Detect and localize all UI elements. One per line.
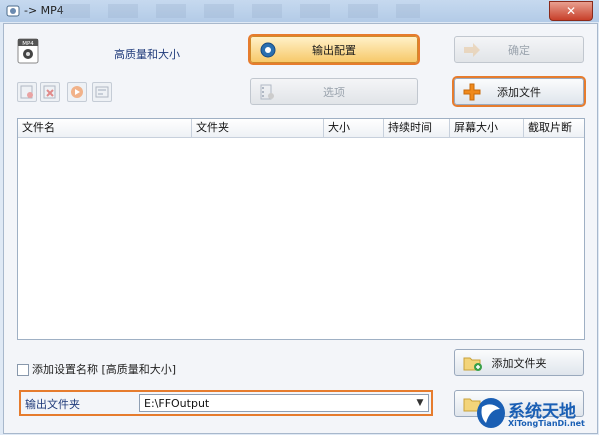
remove-icon[interactable] (17, 82, 37, 102)
options-button[interactable]: 选项 (250, 78, 418, 105)
table-header: 文件名 文件夹 大小 持续时间 屏幕大小 截取片断 (18, 119, 584, 138)
ok-label: 确定 (508, 43, 530, 57)
ok-button[interactable]: 确定 (454, 36, 584, 63)
watermark-url: XiTongTianDi.net (508, 419, 585, 428)
preset-label: 高质量和大小 (114, 48, 180, 61)
add-preset-name-checkbox-row[interactable]: 添加设置名称 [高质量和大小] (17, 361, 176, 377)
column-filename[interactable]: 文件名 (18, 119, 192, 137)
output-folder-dropdown[interactable]: E:\FFOutput ▼ (139, 394, 429, 412)
output-folder-row: 输出文件夹 E:\FFOutput ▼ (19, 390, 433, 416)
app-icon (6, 5, 20, 17)
preset-badge-text: MP4 (22, 41, 34, 47)
output-folder-value: E:\FFOutput (144, 397, 210, 410)
add-file-button[interactable]: 添加文件 (452, 76, 586, 107)
column-folder[interactable]: 文件夹 (192, 119, 324, 137)
column-screen-size[interactable]: 屏幕大小 (450, 119, 524, 137)
output-config-label: 输出配置 (312, 43, 356, 57)
output-folder-label: 输出文件夹 (25, 398, 80, 411)
background-toolbar-ghost (60, 4, 420, 18)
site-watermark: 系统天地 XiTongTianDi.net (474, 395, 599, 435)
watermark-logo-icon (477, 398, 505, 428)
play-icon[interactable] (67, 82, 87, 102)
add-preset-name-checkbox[interactable] (17, 364, 29, 376)
output-config-button[interactable]: 输出配置 (248, 34, 420, 65)
add-folder-button[interactable]: 添加文件夹 (454, 349, 584, 376)
column-clip[interactable]: 截取片断 (524, 119, 584, 137)
column-duration[interactable]: 持续时间 (384, 119, 450, 137)
chevron-down-icon[interactable]: ▼ (412, 395, 428, 411)
add-file-label: 添加文件 (497, 85, 541, 99)
options-label: 选项 (323, 85, 345, 99)
add-preset-name-label: 添加设置名称 [高质量和大小] (32, 363, 177, 376)
window-title: -> MP4 (24, 4, 64, 17)
add-folder-label: 添加文件夹 (491, 356, 547, 370)
column-size[interactable]: 大小 (324, 119, 384, 137)
file-list-table[interactable]: 文件名 文件夹 大小 持续时间 屏幕大小 截取片断 (17, 118, 585, 340)
mp4-preset-icon: MP4 (17, 38, 39, 64)
close-button[interactable]: ✕ (549, 1, 593, 21)
clear-icon[interactable] (40, 82, 60, 102)
dialog-client: MP4 高质量和大小 输出配置 确定 选项 添加文件 文件名 文件夹 大小 持续… (3, 23, 598, 434)
media-info-icon[interactable] (92, 82, 112, 102)
title-bar: -> MP4 ✕ (0, 0, 599, 22)
